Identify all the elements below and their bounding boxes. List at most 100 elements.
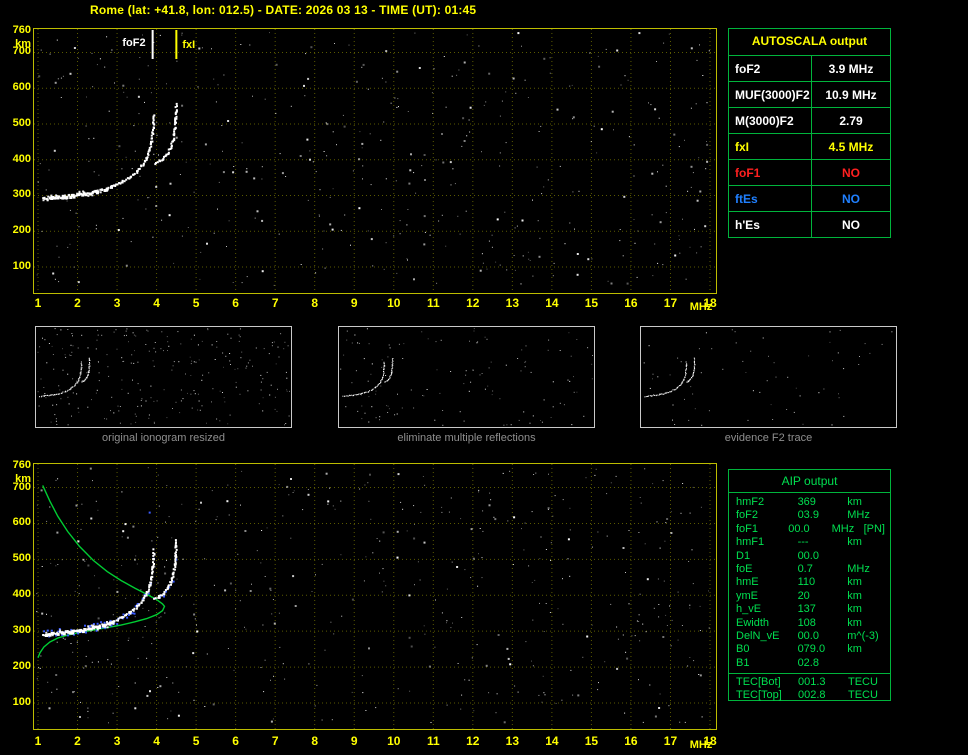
y-tick-label: 200 (12, 660, 31, 673)
aip-param-note (885, 630, 890, 643)
thumbnail-caption: eliminate multiple reflections (397, 432, 536, 444)
aip-row-hmF1: hmF1 --- km (729, 536, 890, 549)
autoscala-row-value: NO (811, 212, 890, 237)
aip-tec-rows: TEC[Bot] 001.3 TECU TEC[Top] 002.8 TECU (729, 674, 890, 703)
autoscala-row-foF2: foF2 3.9 MHz (729, 55, 890, 81)
x-tick-label: 5 (192, 734, 200, 748)
y-tick-label: 200 (12, 224, 31, 237)
thumbnail-caption: evidence F2 trace (724, 432, 813, 444)
aip-param-name: D1 (736, 549, 751, 562)
y-tick-label: 100 (12, 260, 31, 272)
aip-tec-unit: TECU (848, 689, 878, 702)
x-tick-label: 1 (34, 296, 42, 310)
mhz-unit-label: MHz (689, 301, 713, 313)
aip-row-D1: D1 00.0 (729, 550, 890, 563)
aip-param-name: foF2 (736, 509, 759, 522)
autoscala-row-label: h'Es (735, 217, 760, 232)
km-unit-label: km (15, 473, 31, 485)
aip-tec-name: TEC[Bot] (736, 676, 781, 689)
x-tick-label: 16 (624, 296, 638, 310)
aip-tec-value: 002.8 (798, 689, 826, 702)
aip-param-name: ymE (736, 589, 758, 602)
autoscala-row-ftEs: ftEs NO (729, 185, 890, 211)
x-tick-label: 13 (505, 734, 520, 748)
aip-param-unit: m^(-3) (847, 629, 879, 642)
aip-param-unit: km (847, 616, 862, 629)
aip-param-note (885, 563, 890, 576)
aip-param-value: 00.0 (797, 549, 819, 562)
aip-param-name: B0 (736, 643, 750, 656)
y-tick-label: 760 (12, 459, 31, 471)
x-tick-label: 12 (466, 734, 480, 748)
x-tick-label: 4 (153, 296, 160, 310)
aip-param-note (885, 496, 890, 509)
x-tick-label: 4 (153, 734, 160, 748)
aip-param-note (885, 657, 890, 670)
y-tick-label: 600 (12, 81, 31, 94)
autoscala-row-value: 10.9 MHz (811, 82, 890, 107)
aip-param-unit: km (847, 576, 862, 589)
aip-param-name: B1 (736, 656, 750, 669)
x-tick-label: 17 (663, 734, 678, 748)
thumbnail-caption: original ionogram resized (102, 432, 225, 444)
thumbnail-evidence-f2-trace (640, 326, 897, 428)
autoscala-row-value: NO (811, 160, 890, 185)
aip-row-foF1: foF1 00.0 MHz [PN] (729, 523, 890, 536)
autoscala-row-label: ftEs (735, 191, 758, 206)
aip-row-foF2: foF2 03.9 MHz (729, 509, 890, 522)
aip-output-header: AIP output (729, 470, 890, 493)
x-tick-label: 12 (466, 296, 480, 310)
aip-param-name: hmF1 (736, 536, 765, 549)
aip-param-note (885, 617, 890, 630)
aip-param-value: 02.8 (797, 656, 819, 669)
aip-param-value: 00.0 (797, 629, 819, 642)
aip-param-unit: km (847, 603, 862, 616)
aip-param-name: foF1 (736, 522, 759, 535)
x-tick-label: 7 (271, 296, 279, 310)
y-tick-label: 760 (12, 24, 31, 36)
x-tick-label: 5 (192, 296, 200, 310)
km-unit-label: km (15, 38, 31, 50)
x-tick-label: 9 (350, 734, 358, 748)
autoscala-row-MUF3000F2: MUF(3000)F2 10.9 MHz (729, 81, 890, 107)
aip-param-value: 369 (797, 496, 816, 508)
station-date-title: Rome (lat: +41.8, lon: 012.5) - DATE: 20… (90, 3, 477, 17)
aip-param-note (885, 643, 890, 656)
aip-param-unit: km (847, 643, 862, 656)
aip-param-unit (839, 657, 885, 670)
aip-param-unit: MHz (831, 522, 855, 535)
aip-param-value: 110 (797, 576, 816, 589)
x-tick-label: 15 (584, 296, 599, 310)
aip-param-unit: MHz (847, 509, 870, 522)
aip-param-note (885, 576, 890, 589)
aip-param-unit (839, 550, 885, 563)
aip-param-unit: MHz (847, 562, 870, 575)
aip-row-hmE: hmE 110 km (729, 576, 890, 589)
aip-param-name: Ewidth (736, 616, 770, 629)
aip-row-hmF2: hmF2 369 km (729, 496, 890, 509)
aip-param-value: 108 (797, 616, 816, 629)
aip-row-foE: foE 0.7 MHz (729, 563, 890, 576)
aip-rows: hmF2 369 km foF2 03.9 MHz foF1 00.0 MHz [PN] hmF1-… (729, 493, 890, 670)
plot-bottom-canvas (34, 464, 716, 729)
aip-param-value: 079.0 (797, 643, 826, 656)
aip-param-note (885, 550, 890, 563)
thumbnail-eliminate-reflections-canvas (340, 328, 593, 426)
autoscala-row-value: 4.5 MHz (811, 134, 890, 159)
x-tick-label: 9 (350, 296, 358, 310)
aip-param-name: foE (736, 562, 753, 575)
aip-param-value: 0.7 (797, 562, 813, 575)
autoscala-row-hEs: h'Es NO (729, 211, 890, 237)
aip-param-name: h_vE (736, 603, 762, 616)
x-tick-label: 3 (113, 296, 121, 310)
x-tick-label: 17 (663, 296, 678, 310)
fxI-marker-label: fxI (182, 39, 195, 51)
autoscala-row-fxI: fxI 4.5 MHz (729, 133, 890, 159)
autoscala-row-value: 3.9 MHz (811, 56, 890, 81)
autoscala-row-value: NO (811, 186, 890, 211)
aip-tec-unit: TECU (848, 676, 878, 689)
x-tick-label: 2 (74, 734, 81, 748)
aip-param-value: 03.9 (797, 509, 819, 522)
aip-param-name: hmF2 (736, 496, 765, 508)
aip-param-note (885, 603, 890, 616)
